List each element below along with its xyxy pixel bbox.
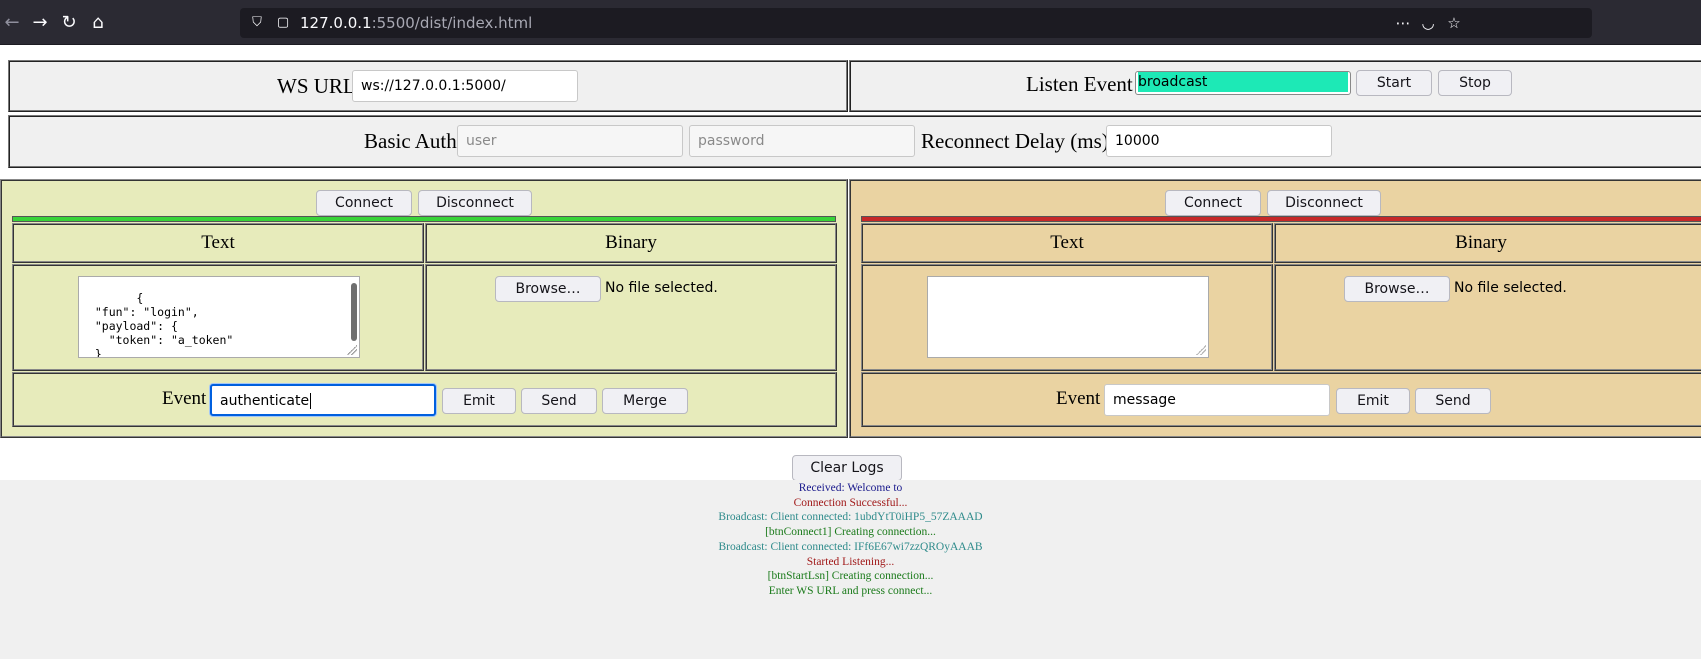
listen-event-input[interactable]: broadcast (1135, 71, 1351, 95)
client-panel-2: Connect Disconnect Text Binary Browse… N… (849, 179, 1701, 438)
basic-auth-label: Basic Auth (364, 129, 457, 153)
text-caret (310, 393, 312, 409)
log-line: [btnConnect1] Creating connection... (765, 526, 936, 539)
log-line: Broadcast: Client connected: 1ubdYtT0iHP… (718, 511, 983, 524)
client-panel-1: Connect Disconnect Text Binary { "fun": … (0, 179, 848, 438)
log-line: Broadcast: Client connected: IFf6E67wi7z… (718, 540, 983, 553)
clear-logs-button[interactable]: Clear Logs (792, 455, 902, 481)
text-header-1: Text (201, 232, 235, 253)
textarea-scrollbar[interactable] (351, 283, 357, 341)
reload-icon[interactable]: ↻ (57, 11, 81, 35)
reconnect-delay-input[interactable]: 10000 (1106, 125, 1332, 157)
reconnect-delay-label: Reconnect Delay (ms) (921, 129, 1109, 153)
file-status-1: No file selected. (605, 280, 718, 296)
merge-button-1[interactable]: Merge (602, 388, 688, 414)
log-panel: Received: Welcome to Connection Successfu… (0, 480, 1701, 659)
text-body-cell-2 (861, 264, 1273, 371)
listen-event-label: Listen Event (1026, 72, 1133, 96)
binary-header-cell-2: Binary (1274, 223, 1701, 263)
text-body-cell-1: { "fun": "login", "payload": { "token": … (12, 264, 424, 371)
disconnect-button-2[interactable]: Disconnect (1267, 190, 1381, 216)
emit-button-1[interactable]: Emit (442, 388, 516, 414)
log-line: Started Listening... (806, 555, 895, 568)
event-input-1[interactable]: authenticate (210, 384, 436, 416)
text-message-textarea-2[interactable] (927, 276, 1209, 358)
text-message-textarea-1[interactable]: { "fun": "login", "payload": { "token": … (78, 276, 360, 358)
event-input-2[interactable]: message (1104, 384, 1330, 416)
connect-button-2[interactable]: Connect (1165, 190, 1261, 216)
binary-header-cell-1: Binary (425, 223, 837, 263)
log-line: Connection Successful... (793, 496, 908, 509)
binary-header-1: Binary (605, 232, 657, 253)
event-row-1: Event authenticate Emit Send Merge (12, 372, 837, 427)
text-header-cell-2: Text (861, 223, 1273, 263)
send-button-1[interactable]: Send (521, 388, 597, 414)
page-icon[interactable]: ▢ (274, 14, 292, 32)
log-line: [btnStartLsn] Creating connection... (767, 570, 934, 583)
listen-event-value: broadcast (1138, 72, 1348, 92)
event-label-2: Event (1056, 388, 1101, 409)
url-host: 127.0.0.1 (300, 14, 372, 32)
url-text[interactable]: 127.0.0.1:5500/dist/index.html (300, 8, 532, 38)
ellipsis-menu-icon[interactable]: ⋯ (1393, 13, 1413, 33)
connect-button-1[interactable]: Connect (316, 190, 412, 216)
send-button-2[interactable]: Send (1415, 388, 1491, 414)
text-header-2: Text (1050, 232, 1084, 253)
browse-button-1[interactable]: Browse… (495, 276, 601, 302)
log-line: Received: Welcome to (798, 482, 903, 494)
connection-status-bar-1 (12, 216, 836, 222)
ws-url-input[interactable]: ws://127.0.0.1:5000/ (352, 70, 578, 102)
basic-auth-bar: Basic Auth user password Reconnect Delay… (8, 115, 1701, 168)
browse-button-2[interactable]: Browse… (1344, 276, 1450, 302)
pocket-icon[interactable]: ◡ (1418, 13, 1438, 33)
binary-body-cell-2: Browse… No file selected. (1274, 264, 1701, 371)
start-button[interactable]: Start (1356, 70, 1432, 96)
connection-status-bar-2 (861, 216, 1701, 222)
ws-url-bar: WS URL ws://127.0.0.1:5000/ (8, 60, 848, 112)
event-row-2: Event message Emit Send (861, 372, 1701, 427)
file-status-2: No file selected. (1454, 280, 1567, 296)
back-arrow-icon[interactable]: ← (0, 11, 24, 35)
disconnect-button-1[interactable]: Disconnect (418, 190, 532, 216)
home-icon[interactable]: ⌂ (86, 11, 110, 35)
browser-toolbar: ← → ↻ ⌂ ⛉ ▢ 127.0.0.1:5500/dist/index.ht… (0, 0, 1701, 45)
auth-user-input[interactable]: user (457, 125, 683, 157)
text-header-cell-1: Text (12, 223, 424, 263)
stop-button[interactable]: Stop (1438, 70, 1512, 96)
ws-url-label: WS URL (277, 74, 356, 98)
event-label-1: Event (162, 388, 207, 409)
auth-password-input[interactable]: password (689, 125, 915, 157)
address-bar[interactable]: ⛉ ▢ 127.0.0.1:5500/dist/index.html ⋯ ◡ ☆ (240, 8, 1592, 38)
binary-body-cell-1: Browse… No file selected. (425, 264, 837, 371)
resize-handle-icon[interactable] (1196, 345, 1206, 355)
shield-icon[interactable]: ⛉ (248, 14, 266, 32)
text-message-value-1: { "fun": "login", "payload": { "token": … (94, 291, 234, 358)
binary-header-2: Binary (1455, 232, 1507, 253)
forward-arrow-icon[interactable]: → (28, 11, 52, 35)
listen-event-bar: Listen Event broadcast Start Stop (849, 60, 1701, 112)
url-path: :5500/dist/index.html (371, 14, 533, 32)
emit-button-2[interactable]: Emit (1336, 388, 1410, 414)
resize-handle-icon[interactable] (347, 345, 357, 355)
event-value-1: authenticate (220, 393, 310, 409)
log-line: Enter WS URL and press connect... (768, 584, 933, 597)
bookmark-star-icon[interactable]: ☆ (1444, 13, 1464, 33)
